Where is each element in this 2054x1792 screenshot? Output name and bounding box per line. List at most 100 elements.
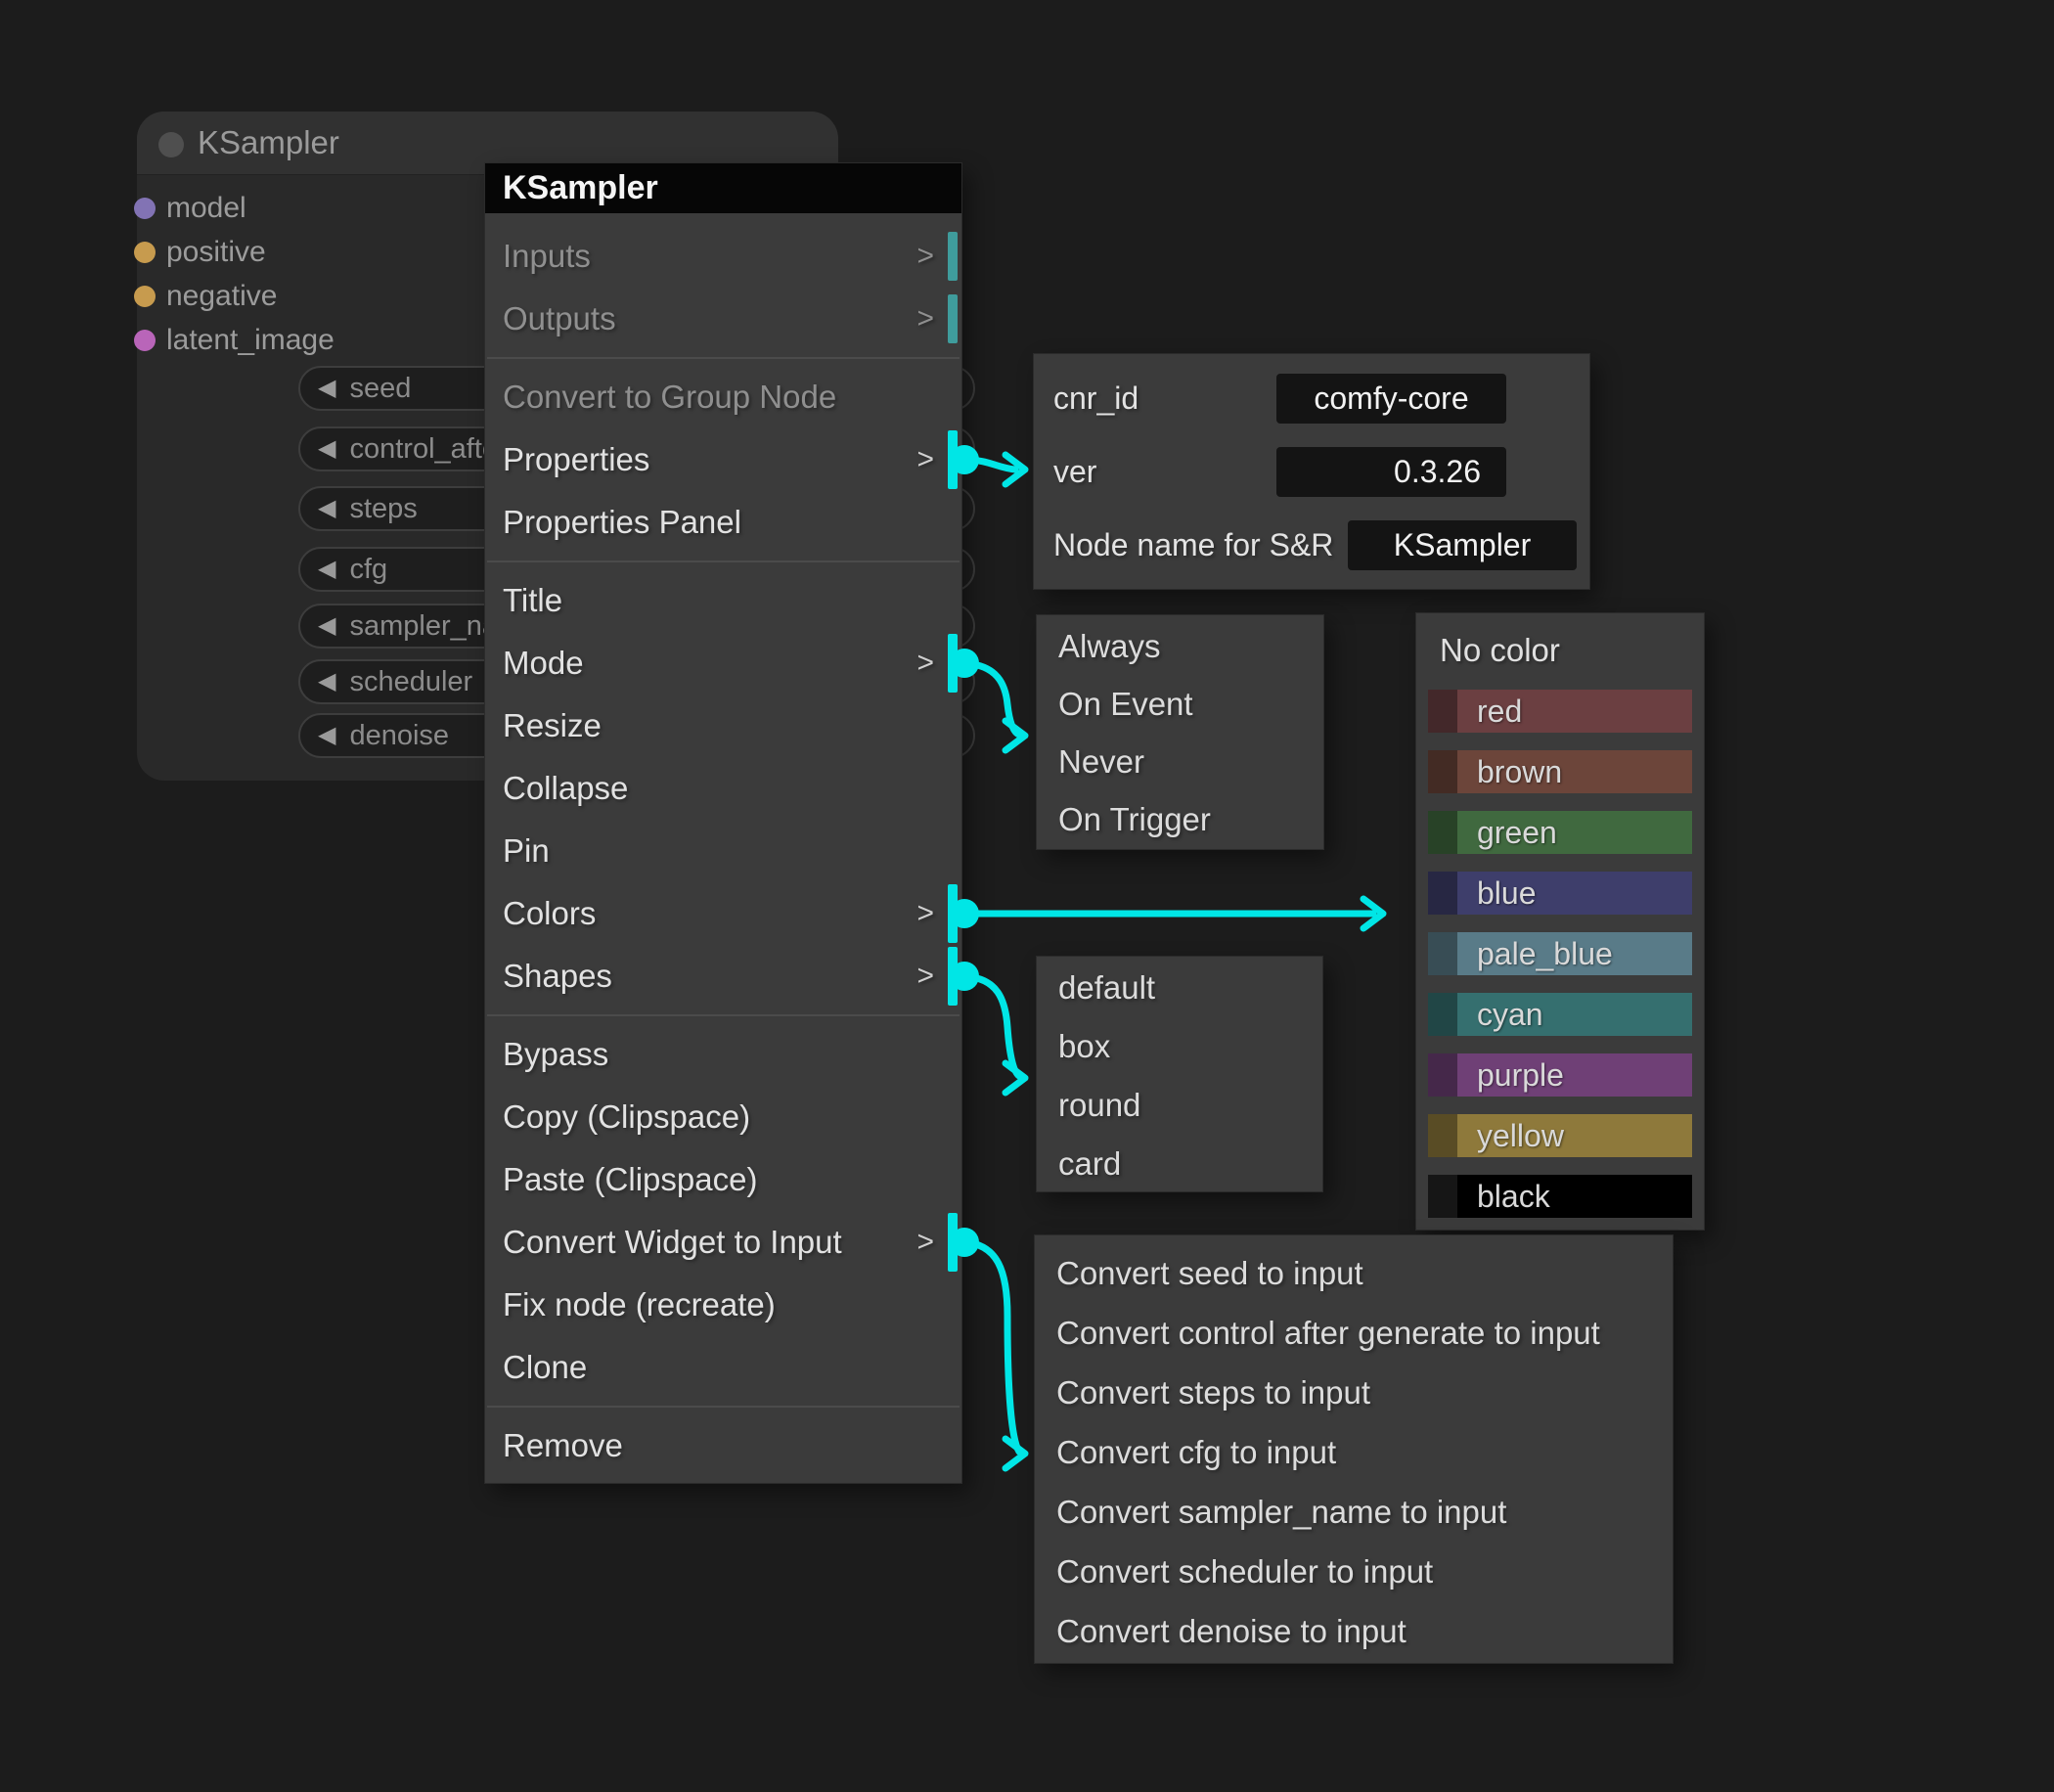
- annotation-highlight-bar: [948, 947, 958, 1006]
- menu-item-label: Bypass: [503, 1036, 608, 1073]
- menu-item-label: Colors: [503, 895, 596, 932]
- menu-item-clone[interactable]: Clone: [485, 1336, 961, 1399]
- properties-submenu: cnr_id comfy-core ver 0.3.26 Node name f…: [1034, 354, 1589, 589]
- color-option-label: black: [1477, 1179, 1550, 1215]
- menu-item-outputs[interactable]: Outputs >: [485, 288, 961, 350]
- widget-decrement-icon[interactable]: ◀: [318, 558, 335, 581]
- shape-option-box[interactable]: box: [1037, 1017, 1322, 1076]
- shape-option-card[interactable]: card: [1037, 1135, 1322, 1193]
- menu-item-properties-panel[interactable]: Properties Panel: [485, 491, 961, 554]
- color-swatch-icon: [1428, 993, 1457, 1036]
- menu-separator: [485, 1399, 961, 1414]
- color-option-label: cyan: [1477, 997, 1543, 1033]
- property-value-field[interactable]: comfy-core: [1276, 374, 1506, 424]
- widget-decrement-icon[interactable]: ◀: [318, 377, 335, 400]
- submenu-arrow-icon: >: [916, 240, 934, 273]
- color-option-label-wrap: brown: [1457, 750, 1692, 793]
- input-socket-model-icon[interactable]: [134, 198, 156, 219]
- menu-item-inputs[interactable]: Inputs >: [485, 225, 961, 288]
- color-option-red[interactable]: red: [1428, 690, 1692, 733]
- node-collapse-dot-icon[interactable]: [158, 132, 184, 157]
- input-socket-positive-icon[interactable]: [134, 242, 156, 263]
- color-swatch-icon: [1428, 872, 1457, 915]
- color-option-green[interactable]: green: [1428, 811, 1692, 854]
- property-value-field[interactable]: 0.3.26: [1276, 447, 1506, 497]
- input-socket-latent-image-icon[interactable]: [134, 330, 156, 351]
- color-option-no-color[interactable]: No color: [1440, 629, 1704, 672]
- widget-decrement-icon[interactable]: ◀: [318, 724, 335, 747]
- menu-item-collapse[interactable]: Collapse: [485, 757, 961, 820]
- color-option-label: brown: [1477, 754, 1562, 790]
- color-option-cyan[interactable]: cyan: [1428, 993, 1692, 1036]
- menu-item-label: Remove: [503, 1427, 623, 1464]
- mode-submenu: Always On Event Never On Trigger: [1037, 615, 1323, 849]
- menu-item-label: Collapse: [503, 770, 628, 807]
- convert-option-scheduler[interactable]: Convert scheduler to input: [1035, 1542, 1673, 1601]
- widget-label: cfg: [349, 554, 387, 586]
- submenu-arrow-icon: >: [916, 647, 934, 680]
- convert-option-cfg[interactable]: Convert cfg to input: [1035, 1422, 1673, 1482]
- property-label: cnr_id: [1053, 362, 1139, 435]
- color-option-label: blue: [1477, 875, 1537, 912]
- menu-item-label: Convert Widget to Input: [503, 1224, 842, 1261]
- color-option-label-wrap: black: [1457, 1175, 1692, 1218]
- menu-item-resize[interactable]: Resize: [485, 694, 961, 757]
- menu-item-colors[interactable]: Colors >: [485, 882, 961, 945]
- color-swatch-icon: [1428, 932, 1457, 975]
- convert-option-sampler-name[interactable]: Convert sampler_name to input: [1035, 1482, 1673, 1542]
- mode-option-never[interactable]: Never: [1037, 733, 1323, 790]
- convert-option-steps[interactable]: Convert steps to input: [1035, 1363, 1673, 1422]
- shape-option-round[interactable]: round: [1037, 1076, 1322, 1135]
- mode-option-on-trigger[interactable]: On Trigger: [1037, 790, 1323, 848]
- mode-option-always[interactable]: Always: [1037, 617, 1323, 675]
- menu-item-convert-to-group-node[interactable]: Convert to Group Node: [485, 366, 961, 428]
- menu-item-title[interactable]: Title: [485, 569, 961, 632]
- menu-item-label: Convert to Group Node: [503, 379, 836, 416]
- color-swatch-icon: [1428, 1114, 1457, 1157]
- color-option-pale-blue[interactable]: pale_blue: [1428, 932, 1692, 975]
- color-option-black[interactable]: black: [1428, 1175, 1692, 1218]
- color-option-label-wrap: yellow: [1457, 1114, 1692, 1157]
- property-label: ver: [1053, 435, 1096, 509]
- submenu-arrow-icon: >: [916, 1226, 934, 1259]
- menu-item-label: Properties Panel: [503, 504, 741, 541]
- widget-decrement-icon[interactable]: ◀: [318, 497, 335, 520]
- property-value-field[interactable]: KSampler: [1348, 520, 1577, 570]
- input-label-latent-image: latent_image: [166, 324, 335, 357]
- context-menu-list: Inputs > Outputs > Convert to Group Node…: [485, 213, 961, 1483]
- color-option-label: pale_blue: [1477, 936, 1613, 972]
- menu-item-label: Mode: [503, 645, 584, 682]
- menu-item-mode[interactable]: Mode >: [485, 632, 961, 694]
- submenu-arrow-icon: >: [916, 960, 934, 993]
- shape-option-default[interactable]: default: [1037, 959, 1322, 1017]
- menu-item-fix-node[interactable]: Fix node (recreate): [485, 1274, 961, 1336]
- menu-item-bypass[interactable]: Bypass: [485, 1023, 961, 1086]
- input-socket-negative-icon[interactable]: [134, 286, 156, 307]
- color-option-label-wrap: purple: [1457, 1053, 1692, 1097]
- menu-item-pin[interactable]: Pin: [485, 820, 961, 882]
- menu-item-shapes[interactable]: Shapes >: [485, 945, 961, 1008]
- context-menu: KSampler Inputs > Outputs > Convert to G…: [485, 163, 961, 1483]
- widget-decrement-icon[interactable]: ◀: [318, 437, 335, 461]
- mode-option-on-event[interactable]: On Event: [1037, 675, 1323, 733]
- menu-item-properties[interactable]: Properties >: [485, 428, 961, 491]
- input-label-model: model: [166, 192, 246, 225]
- convert-option-control-after-generate[interactable]: Convert control after generate to input: [1035, 1303, 1673, 1363]
- menu-item-copy-clipspace[interactable]: Copy (Clipspace): [485, 1086, 961, 1148]
- color-swatch-icon: [1428, 1175, 1457, 1218]
- color-option-blue[interactable]: blue: [1428, 872, 1692, 915]
- color-option-brown[interactable]: brown: [1428, 750, 1692, 793]
- convert-option-seed[interactable]: Convert seed to input: [1035, 1243, 1673, 1303]
- menu-item-label: Outputs: [503, 300, 616, 337]
- property-row-ver: ver 0.3.26: [1034, 435, 1589, 509]
- menu-item-remove[interactable]: Remove: [485, 1414, 961, 1477]
- convert-option-denoise[interactable]: Convert denoise to input: [1035, 1601, 1673, 1661]
- widget-decrement-icon[interactable]: ◀: [318, 614, 335, 638]
- menu-item-label: Clone: [503, 1349, 587, 1386]
- widget-decrement-icon[interactable]: ◀: [318, 670, 335, 694]
- menu-item-paste-clipspace[interactable]: Paste (Clipspace): [485, 1148, 961, 1211]
- color-option-yellow[interactable]: yellow: [1428, 1114, 1692, 1157]
- menu-item-convert-widget-to-input[interactable]: Convert Widget to Input >: [485, 1211, 961, 1274]
- menu-separator: [485, 350, 961, 366]
- color-option-purple[interactable]: purple: [1428, 1053, 1692, 1097]
